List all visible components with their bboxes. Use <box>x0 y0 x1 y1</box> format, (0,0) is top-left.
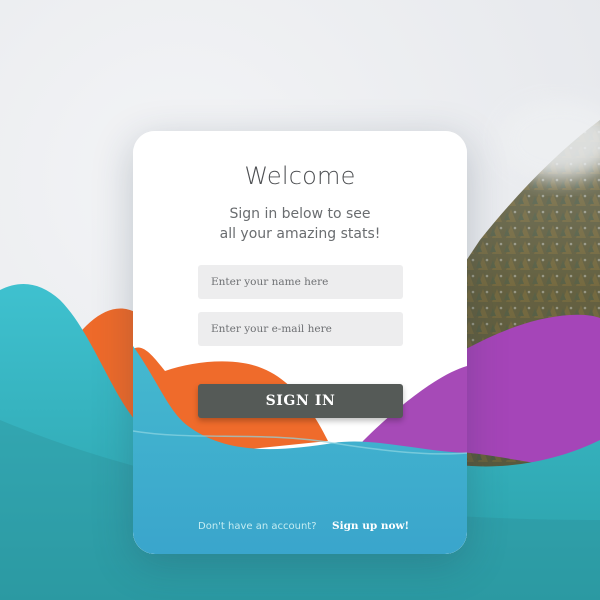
page-subtitle: Sign in below to see all your amazing st… <box>133 204 467 244</box>
signup-prompt: Don't have an account? <box>198 521 317 532</box>
subtitle-line-2: all your amazing stats! <box>219 226 381 242</box>
card-content: Welcome Sign in below to see all your am… <box>133 131 467 554</box>
email-input[interactable] <box>198 312 403 346</box>
login-card: Welcome Sign in below to see all your am… <box>133 131 467 554</box>
sign-in-button[interactable]: SIGN IN <box>198 384 403 418</box>
page-title: Welcome <box>244 162 356 190</box>
login-screen: Welcome Sign in below to see all your am… <box>0 0 600 600</box>
name-input[interactable] <box>198 265 403 299</box>
subtitle-line-1: Sign in below to see <box>229 206 371 222</box>
sign-up-link[interactable]: Sign up now! <box>332 520 409 532</box>
signup-footer: Don't have an account? Sign up now! <box>133 519 467 535</box>
